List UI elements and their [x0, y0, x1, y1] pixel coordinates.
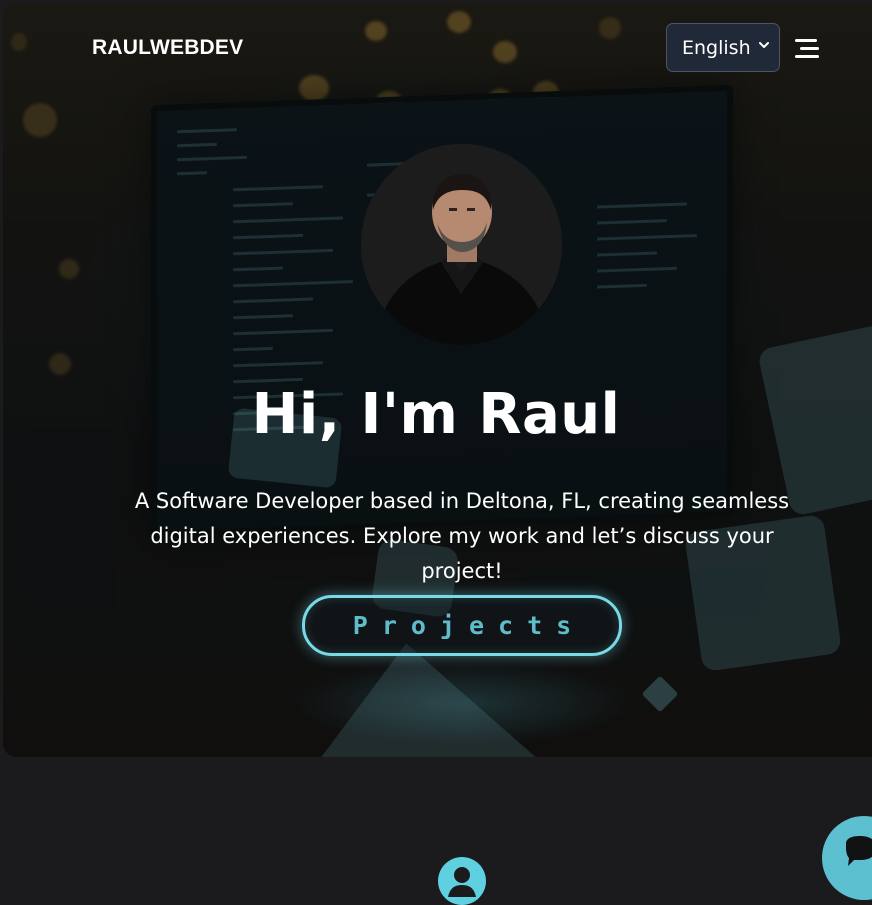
- site-logo[interactable]: RAULWEBDEV: [92, 36, 243, 60]
- chat-button[interactable]: [822, 816, 872, 900]
- profile-photo: [361, 144, 562, 345]
- language-select-value: English: [682, 36, 751, 59]
- user-icon: [438, 857, 486, 905]
- hamburger-icon[interactable]: [795, 38, 819, 60]
- language-select[interactable]: English: [666, 23, 780, 72]
- avatar: [361, 144, 562, 345]
- hero-heading: Hi, I'm Raul: [251, 382, 621, 447]
- projects-button-label: Projects: [352, 611, 586, 640]
- hero-tagline: A Software Developer based in Deltona, F…: [134, 489, 790, 583]
- chat-bubble-icon: [846, 836, 872, 866]
- projects-button[interactable]: Projects: [302, 595, 622, 656]
- chevron-down-icon: [759, 42, 769, 48]
